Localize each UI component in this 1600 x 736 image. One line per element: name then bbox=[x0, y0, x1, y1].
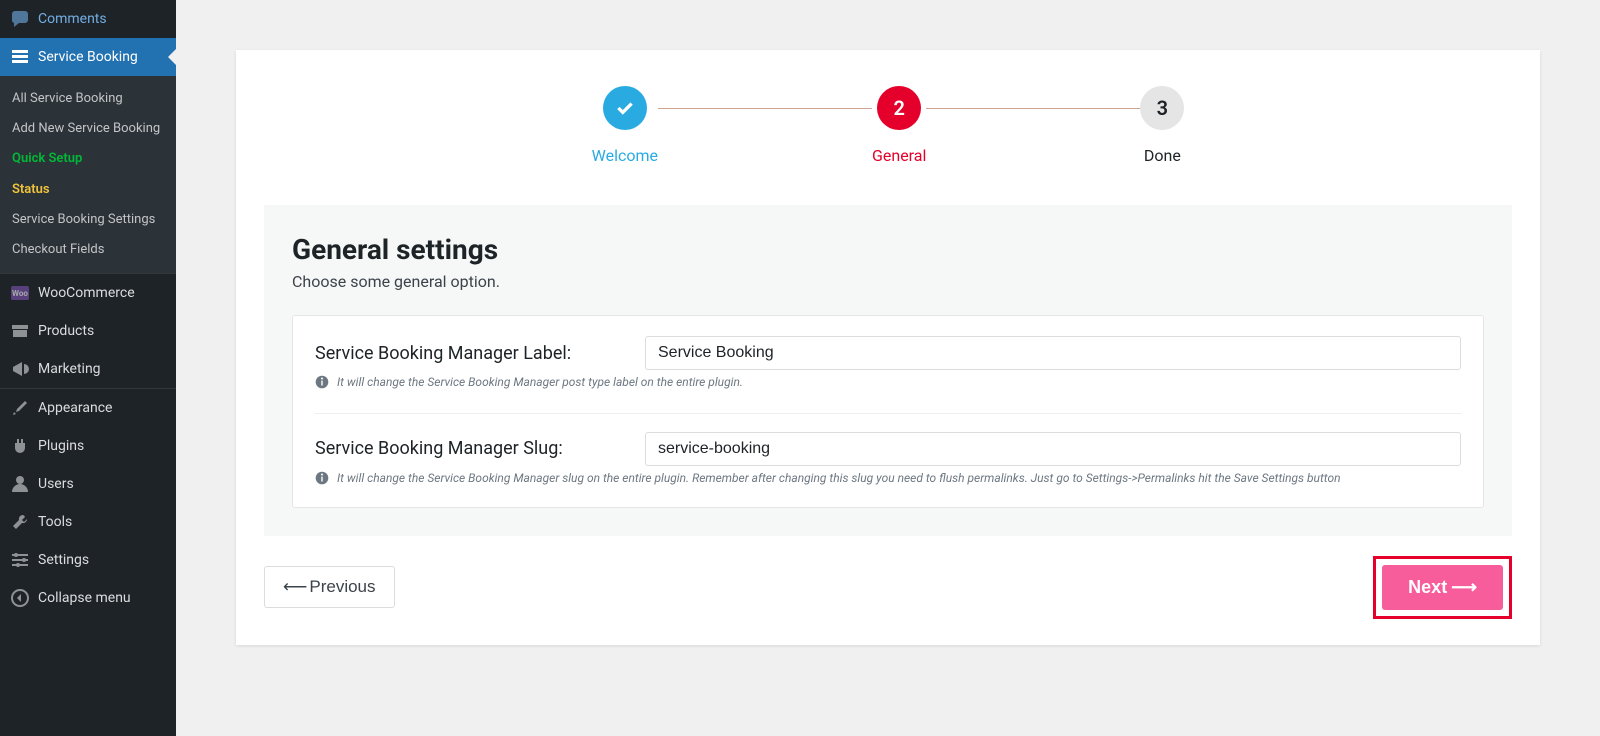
wrench-icon bbox=[10, 512, 30, 532]
settings-card: Service Booking Manager Label: It will c… bbox=[292, 315, 1484, 508]
settings-title: General settings bbox=[292, 233, 1484, 266]
sidebar-item-plugins[interactable]: Plugins bbox=[0, 427, 176, 465]
submenu-service-booking-settings[interactable]: Service Booking Settings bbox=[0, 205, 176, 235]
sidebar-label: Tools bbox=[38, 514, 72, 530]
field-label: Service Booking Manager Label: bbox=[315, 343, 605, 364]
button-label: Next bbox=[1408, 577, 1447, 598]
info-icon bbox=[315, 375, 329, 389]
sidebar-item-comments[interactable]: Comments bbox=[0, 0, 176, 38]
sidebar-item-products[interactable]: Products bbox=[0, 312, 176, 350]
button-label: Previous bbox=[309, 577, 375, 597]
step-label: Welcome bbox=[592, 146, 658, 165]
hint-text: It will change the Service Booking Manag… bbox=[337, 374, 743, 391]
sliders-icon bbox=[10, 550, 30, 570]
sidebar-item-tools[interactable]: Tools bbox=[0, 503, 176, 541]
step-done[interactable]: 3 Done bbox=[1140, 86, 1184, 165]
step-number: 2 bbox=[877, 86, 921, 130]
settings-area: General settings Choose some general opt… bbox=[264, 205, 1512, 536]
step-label: Done bbox=[1144, 146, 1181, 165]
setup-panel: Welcome 2 General 3 Done General setting… bbox=[236, 50, 1540, 645]
comment-icon bbox=[10, 9, 30, 29]
field-hint: It will change the Service Booking Manag… bbox=[315, 374, 1461, 391]
step-label: General bbox=[872, 146, 926, 165]
field-hint: It will change the Service Booking Manag… bbox=[315, 470, 1461, 487]
sidebar-label: Comments bbox=[38, 11, 107, 27]
megaphone-icon bbox=[10, 359, 30, 379]
sidebar-label: Collapse menu bbox=[38, 590, 131, 606]
check-icon bbox=[603, 86, 647, 130]
step-general[interactable]: 2 General bbox=[872, 86, 926, 165]
sidebar-item-users[interactable]: Users bbox=[0, 465, 176, 503]
submenu-add-new-service-booking[interactable]: Add New Service Booking bbox=[0, 114, 176, 144]
plug-icon bbox=[10, 436, 30, 456]
main-content: Welcome 2 General 3 Done General setting… bbox=[176, 0, 1600, 736]
field-row-label: Service Booking Manager Label: bbox=[315, 336, 1461, 370]
sidebar-label: WooCommerce bbox=[38, 285, 135, 301]
sidebar-item-settings[interactable]: Settings bbox=[0, 541, 176, 579]
next-button[interactable]: Next ⟶ bbox=[1382, 565, 1503, 610]
sidebar-label: Plugins bbox=[38, 438, 84, 454]
arrow-left-icon: ⟵ bbox=[283, 577, 307, 597]
divider bbox=[315, 413, 1461, 414]
list-icon bbox=[10, 47, 30, 67]
sidebar-item-appearance[interactable]: Appearance bbox=[0, 389, 176, 427]
nav-row: ⟵ Previous Next ⟶ bbox=[264, 556, 1512, 619]
next-button-highlight: Next ⟶ bbox=[1373, 556, 1512, 619]
collapse-icon bbox=[10, 588, 30, 608]
admin-sidebar: Comments Service Booking All Service Boo… bbox=[0, 0, 176, 736]
archive-icon bbox=[10, 321, 30, 341]
brush-icon bbox=[10, 398, 30, 418]
hint-text: It will change the Service Booking Manag… bbox=[337, 470, 1341, 487]
sidebar-label: Marketing bbox=[38, 361, 101, 377]
info-icon bbox=[315, 471, 329, 485]
step-connector bbox=[926, 108, 1140, 109]
sidebar-item-collapse[interactable]: Collapse menu bbox=[0, 579, 176, 617]
sidebar-label: Settings bbox=[38, 552, 89, 568]
sidebar-label: Service Booking bbox=[38, 49, 138, 65]
sidebar-label: Appearance bbox=[38, 400, 112, 416]
sidebar-label: Users bbox=[38, 476, 74, 492]
previous-button[interactable]: ⟵ Previous bbox=[264, 566, 395, 608]
sidebar-label: Products bbox=[38, 323, 94, 339]
woocommerce-icon: Woo bbox=[10, 283, 30, 303]
service-booking-label-input[interactable] bbox=[645, 336, 1461, 370]
sidebar-item-marketing[interactable]: Marketing bbox=[0, 350, 176, 388]
user-icon bbox=[10, 474, 30, 494]
field-label: Service Booking Manager Slug: bbox=[315, 438, 605, 459]
sidebar-item-service-booking[interactable]: Service Booking bbox=[0, 38, 176, 76]
arrow-right-icon: ⟶ bbox=[1451, 577, 1477, 598]
sidebar-item-woocommerce[interactable]: Woo WooCommerce bbox=[0, 274, 176, 312]
service-booking-slug-input[interactable] bbox=[645, 432, 1461, 466]
stepper: Welcome 2 General 3 Done bbox=[236, 86, 1540, 165]
submenu-status[interactable]: Status bbox=[0, 175, 176, 205]
submenu-service-booking: All Service Booking Add New Service Book… bbox=[0, 76, 176, 273]
field-row-slug: Service Booking Manager Slug: bbox=[315, 432, 1461, 466]
settings-subtitle: Choose some general option. bbox=[292, 272, 1484, 291]
submenu-checkout-fields[interactable]: Checkout Fields bbox=[0, 235, 176, 265]
submenu-all-service-booking[interactable]: All Service Booking bbox=[0, 84, 176, 114]
step-number: 3 bbox=[1140, 86, 1184, 130]
step-welcome[interactable]: Welcome bbox=[592, 86, 658, 165]
submenu-quick-setup[interactable]: Quick Setup bbox=[0, 144, 176, 174]
step-connector bbox=[658, 108, 872, 109]
